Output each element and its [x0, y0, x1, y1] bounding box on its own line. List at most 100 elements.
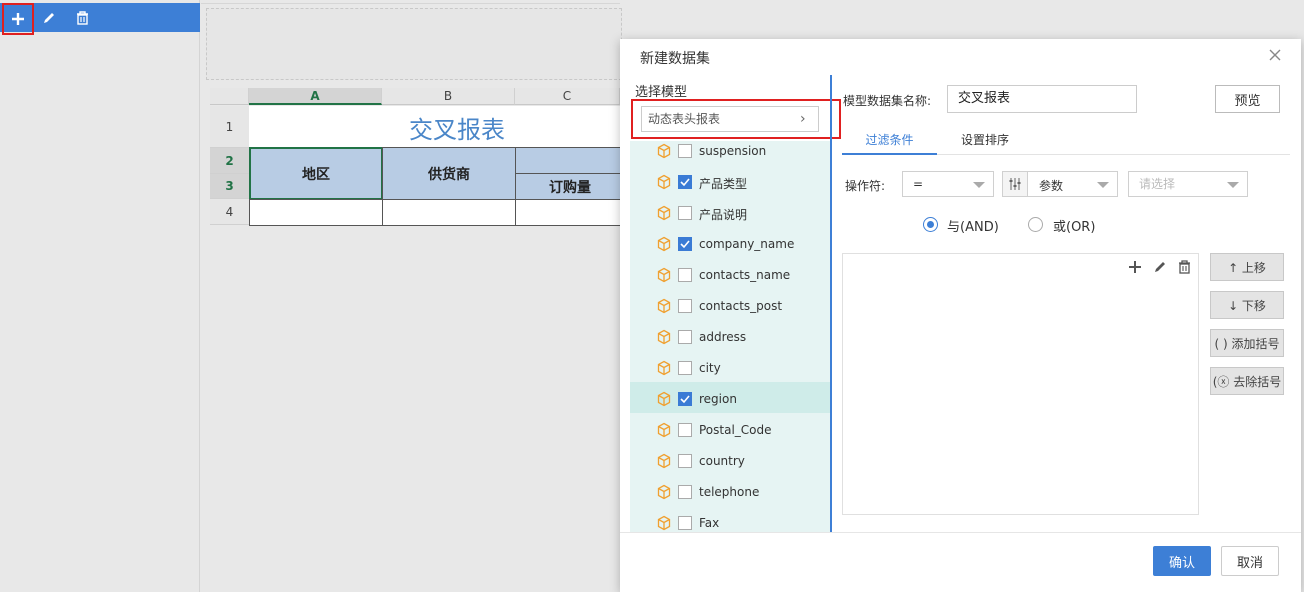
radio-or-label: 或(OR) [1053, 220, 1096, 235]
radio-or[interactable] [1028, 217, 1043, 232]
plus-icon[interactable] [2, 3, 34, 35]
field-checkbox[interactable] [678, 299, 692, 313]
tab-filter-conditions[interactable]: 过滤条件 [842, 131, 937, 155]
cube-icon [656, 329, 672, 345]
trash-icon[interactable] [70, 6, 94, 30]
field-row[interactable]: suspension [630, 141, 830, 165]
cube-icon [656, 453, 672, 469]
field-row[interactable]: contacts_post [630, 289, 830, 320]
left-panel [0, 0, 200, 592]
cube-icon [656, 391, 672, 407]
model-select[interactable]: 动态表头报表 › [641, 106, 819, 132]
field-label: telephone [699, 485, 760, 499]
field-checkbox[interactable] [678, 144, 692, 158]
field-row[interactable]: region [630, 382, 830, 413]
left-toolbar [0, 3, 200, 35]
data-cell-c4[interactable] [515, 199, 625, 226]
chevron-down-icon [1097, 182, 1109, 188]
field-checkbox[interactable] [678, 454, 692, 468]
radio-and-label: 与(AND) [947, 220, 999, 235]
value-select-placeholder: 请选择 [1139, 177, 1176, 191]
field-label: Fax [699, 516, 720, 530]
field-label: contacts_name [699, 268, 791, 282]
header-cell-merged[interactable] [515, 147, 625, 174]
field-row[interactable]: Fax [630, 506, 830, 532]
remove-bracket-button[interactable]: (ⓧ 去除括号 [1210, 367, 1284, 395]
condition-list[interactable] [842, 253, 1199, 515]
chevron-down-icon [1227, 182, 1239, 188]
dataset-name-input[interactable]: 交叉报表 [947, 85, 1137, 113]
cube-icon [656, 484, 672, 500]
top-strip [201, 0, 620, 4]
column-header-a[interactable]: A [249, 88, 382, 105]
param-value: 参数 [1039, 179, 1064, 193]
field-checkbox[interactable] [678, 175, 692, 189]
field-checkbox[interactable] [678, 392, 692, 406]
report-header-area[interactable] [206, 8, 622, 80]
row-header-4[interactable]: 4 [210, 199, 249, 225]
sheet-corner[interactable] [210, 88, 249, 105]
field-row[interactable]: contacts_name [630, 258, 830, 289]
cube-icon [656, 422, 672, 438]
field-checkbox[interactable] [678, 516, 692, 530]
data-cell-a4[interactable] [249, 199, 383, 226]
confirm-button[interactable]: 确认 [1153, 546, 1211, 576]
header-cell-order-qty[interactable]: 订购量 [515, 173, 625, 200]
delete-condition-icon[interactable] [1178, 260, 1191, 277]
column-header-b[interactable]: B [382, 88, 515, 105]
field-row[interactable]: 产品类型 [630, 165, 830, 196]
field-checkbox[interactable] [678, 330, 692, 344]
field-checkbox[interactable] [678, 485, 692, 499]
field-row[interactable]: telephone [630, 475, 830, 506]
radio-and[interactable] [923, 217, 938, 232]
param-toggle-icon[interactable] [1003, 172, 1028, 196]
field-checkbox[interactable] [678, 237, 692, 251]
field-row[interactable]: Postal_Code [630, 413, 830, 444]
field-row[interactable]: city [630, 351, 830, 382]
operator-select[interactable]: = [902, 171, 994, 197]
tab-sort-settings[interactable]: 设置排序 [950, 131, 1020, 155]
chevron-down-icon [973, 182, 985, 188]
value-select[interactable]: 请选择 [1128, 171, 1248, 197]
field-row[interactable]: country [630, 444, 830, 475]
row-header-1[interactable]: 1 [210, 106, 249, 148]
field-checkbox[interactable] [678, 206, 692, 220]
cube-icon [656, 360, 672, 376]
close-icon[interactable] [1268, 48, 1286, 66]
field-list: suspension 产品类型产品说明 company_name contacts_n… [630, 141, 830, 532]
field-checkbox[interactable] [678, 361, 692, 375]
edit-condition-icon[interactable] [1153, 260, 1167, 277]
field-label: region [699, 392, 737, 406]
param-select[interactable]: 参数 [1002, 171, 1118, 197]
field-label: 产品说明 [699, 208, 748, 222]
add-bracket-button[interactable]: ( ) 添加括号 [1210, 329, 1284, 357]
column-header-c[interactable]: C [515, 88, 620, 105]
row-header-2[interactable]: 2 [210, 148, 249, 174]
cancel-button[interactable]: 取消 [1221, 546, 1279, 576]
field-row[interactable]: 产品说明 [630, 196, 830, 227]
field-row[interactable]: company_name [630, 227, 830, 258]
chevron-right-icon: › [800, 111, 806, 127]
cube-icon [656, 174, 672, 190]
field-label: suspension [699, 144, 767, 158]
cube-icon [656, 298, 672, 314]
pencil-icon[interactable] [37, 6, 61, 30]
footer-divider [620, 532, 1301, 533]
data-cell-b4[interactable] [382, 199, 516, 226]
report-title-cell[interactable]: 交叉报表 [249, 106, 620, 148]
model-label: 选择模型 [635, 85, 688, 100]
field-checkbox[interactable] [678, 268, 692, 282]
header-cell-supplier[interactable]: 供货商 [382, 147, 516, 200]
field-label: city [699, 361, 721, 375]
move-up-button[interactable]: ↑ 上移 [1210, 253, 1284, 281]
preview-button[interactable]: 预览 [1215, 85, 1280, 113]
add-condition-icon[interactable] [1128, 260, 1142, 277]
operator-label: 操作符: [845, 179, 886, 193]
field-checkbox[interactable] [678, 423, 692, 437]
move-down-button[interactable]: ↓ 下移 [1210, 291, 1284, 319]
field-label: Postal_Code [699, 423, 772, 437]
header-cell-region[interactable]: 地区 [249, 147, 383, 200]
field-row[interactable]: address [630, 320, 830, 351]
field-label: company_name [699, 237, 795, 251]
row-header-3[interactable]: 3 [210, 174, 249, 199]
